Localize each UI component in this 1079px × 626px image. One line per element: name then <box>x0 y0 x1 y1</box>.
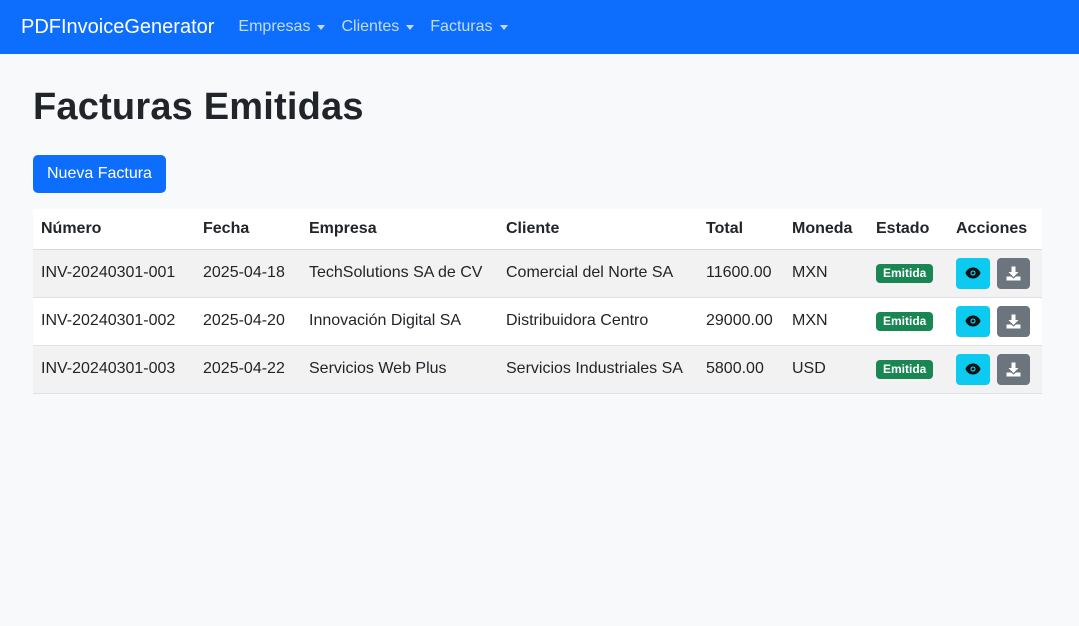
cell-empresa: Servicios Web Plus <box>301 345 498 394</box>
nav-item-facturas[interactable]: Facturas <box>430 18 508 36</box>
page-title: Facturas Emitidas <box>33 86 364 128</box>
nav-item-empresas[interactable]: Empresas <box>238 18 326 36</box>
cell-cliente: Servicios Industriales SA <box>498 345 698 394</box>
nav-item-clientes[interactable]: Clientes <box>341 18 415 36</box>
cell-total: 5800.00 <box>698 345 784 394</box>
column-header-estado: Estado <box>868 209 948 250</box>
eye-icon <box>965 267 981 279</box>
table-row: INV-20240301-003 2025-04-22 Servicios We… <box>33 345 1042 394</box>
status-badge: Emitida <box>876 311 934 331</box>
table-header-row: Número Fecha Empresa Cliente Total Moned… <box>33 209 1042 250</box>
column-header-fecha: Fecha <box>195 209 301 250</box>
cell-acciones <box>948 345 1042 394</box>
view-invoice-button[interactable] <box>956 257 990 289</box>
nav-item-label: Clientes <box>341 18 400 35</box>
nav-item-label: Facturas <box>430 18 493 35</box>
column-header-numero: Número <box>33 209 195 250</box>
cell-acciones <box>948 297 1042 346</box>
status-badge: Emitida <box>876 359 934 379</box>
cell-total: 29000.00 <box>698 297 784 346</box>
download-icon <box>1006 266 1021 280</box>
cell-moneda: MXN <box>784 297 868 346</box>
cell-cliente: Comercial del Norte SA <box>498 249 698 298</box>
column-header-moneda: Moneda <box>784 209 868 250</box>
chevron-down-icon <box>406 25 415 30</box>
main-content: Facturas Emitidas Nueva Factura Número F… <box>0 84 1079 394</box>
chevron-down-icon <box>317 25 326 30</box>
table-row: INV-20240301-002 2025-04-20 Innovación D… <box>33 297 1042 346</box>
cell-numero: INV-20240301-003 <box>33 345 195 394</box>
cell-acciones <box>948 249 1042 298</box>
column-header-acciones: Acciones <box>948 209 1042 250</box>
nav-item-label: Empresas <box>238 18 311 35</box>
cell-empresa: Innovación Digital SA <box>301 297 498 346</box>
cell-fecha: 2025-04-22 <box>195 345 301 394</box>
cell-cliente: Distribuidora Centro <box>498 297 698 346</box>
eye-icon <box>965 363 981 375</box>
cell-estado: Emitida <box>868 249 948 298</box>
cell-estado: Emitida <box>868 297 948 346</box>
column-header-total: Total <box>698 209 784 250</box>
view-invoice-button[interactable] <box>956 305 990 337</box>
download-invoice-button[interactable] <box>997 353 1031 385</box>
cell-numero: INV-20240301-001 <box>33 249 195 298</box>
download-invoice-button[interactable] <box>997 257 1031 289</box>
status-badge: Emitida <box>876 263 934 283</box>
navbar: PDFInvoiceGenerator Empresas Clientes Fa… <box>0 0 1079 54</box>
cell-empresa: TechSolutions SA de CV <box>301 249 498 298</box>
cell-moneda: MXN <box>784 249 868 298</box>
chevron-down-icon <box>499 25 508 30</box>
column-header-empresa: Empresa <box>301 209 498 250</box>
cell-total: 11600.00 <box>698 249 784 298</box>
download-icon <box>1006 314 1021 328</box>
column-header-cliente: Cliente <box>498 209 698 250</box>
navbar-brand[interactable]: PDFInvoiceGenerator <box>21 16 214 39</box>
download-invoice-button[interactable] <box>997 305 1031 337</box>
cell-fecha: 2025-04-20 <box>195 297 301 346</box>
new-invoice-button[interactable]: Nueva Factura <box>33 155 166 193</box>
table-row: INV-20240301-001 2025-04-18 TechSolution… <box>33 249 1042 298</box>
cell-estado: Emitida <box>868 345 948 394</box>
invoices-table: Número Fecha Empresa Cliente Total Moned… <box>33 209 1042 394</box>
cell-moneda: USD <box>784 345 868 394</box>
cell-fecha: 2025-04-18 <box>195 249 301 298</box>
cell-numero: INV-20240301-002 <box>33 297 195 346</box>
eye-icon <box>965 315 981 327</box>
view-invoice-button[interactable] <box>956 353 990 385</box>
download-icon <box>1006 362 1021 376</box>
